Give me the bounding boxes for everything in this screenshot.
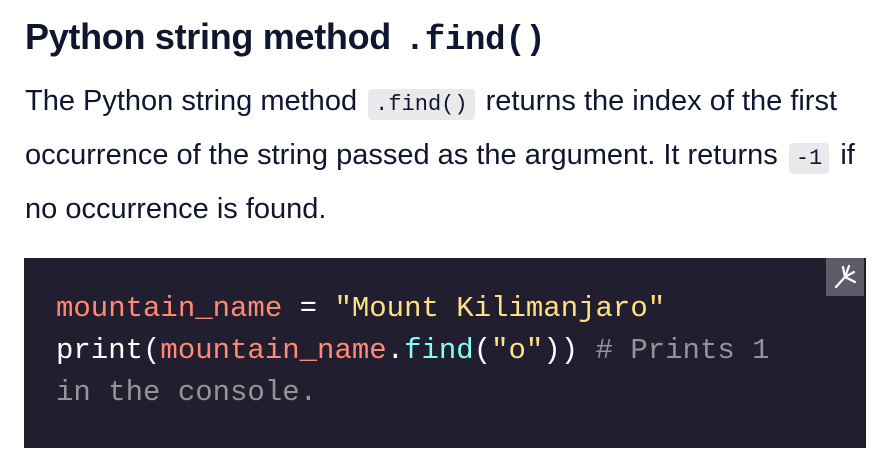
- code-paren-open-2: (: [473, 334, 492, 367]
- code-paren-open: (: [143, 334, 161, 367]
- inline-code-find: .find(): [368, 89, 475, 120]
- expand-code-button[interactable]: [826, 258, 864, 296]
- code-string: "Mount Kilimanjaro": [334, 292, 666, 325]
- page-title: Python string method .find(): [25, 14, 546, 64]
- description: The Python string method .find() returns…: [25, 76, 875, 234]
- description-part1: The Python string method: [25, 85, 358, 117]
- code-find-method: find: [404, 334, 474, 367]
- expand-icon: [834, 264, 857, 289]
- inline-code-minus-one: -1: [788, 143, 830, 174]
- code-operator: =: [282, 292, 335, 325]
- code-content[interactable]: mountain_name = "Mount Kilimanjaro" prin…: [56, 288, 816, 414]
- page-title-code: .find(): [404, 22, 546, 60]
- code-dot: .: [386, 334, 405, 367]
- code-block[interactable]: mountain_name = "Mount Kilimanjaro" prin…: [24, 258, 866, 448]
- code-variable: mountain_name: [56, 292, 283, 325]
- code-paren-close: )): [543, 334, 579, 367]
- code-variable-ref: mountain_name: [160, 334, 387, 367]
- code-print-function: print: [56, 334, 144, 367]
- page-title-text: Python string method: [25, 16, 391, 57]
- code-string-arg: "o": [491, 334, 544, 367]
